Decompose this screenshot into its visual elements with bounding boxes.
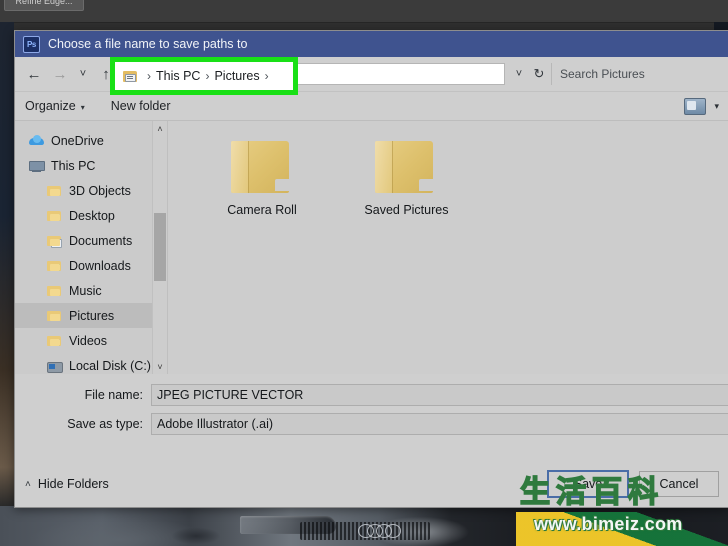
breadcrumb-separator-trailing[interactable]: ›	[265, 69, 269, 83]
car-badge-icon	[358, 524, 401, 538]
navigation-pane: OneDrive This PC 3D Objects Desktop Docu	[15, 121, 168, 374]
sidebar-item-label: OneDrive	[51, 133, 104, 148]
organize-button[interactable]: Organize ▾	[25, 99, 85, 113]
sidebar-item-pictures[interactable]: Pictures	[15, 303, 167, 328]
sidebar-item-label: Downloads	[69, 258, 131, 273]
pictures-folder-icon	[123, 70, 138, 83]
dialog-title-bar: Ps Choose a file name to save paths to	[15, 31, 728, 57]
videos-folder-icon	[47, 334, 62, 348]
sidebar-item-desktop[interactable]: Desktop	[15, 203, 167, 228]
breadcrumb-item-this-pc[interactable]: This PC	[156, 69, 200, 83]
sidebar-item-onedrive[interactable]: OneDrive	[15, 128, 167, 153]
scroll-down-arrow-icon[interactable]: ˅	[153, 359, 167, 374]
sidebar-item-3d-objects[interactable]: 3D Objects	[15, 178, 167, 203]
sidebar-item-videos[interactable]: Videos	[15, 328, 167, 353]
dialog-footer: ˄ Hide Folders Save Cancel	[15, 461, 728, 507]
sidebar-item-label: This PC	[51, 158, 96, 173]
3d-objects-folder-icon	[47, 184, 62, 198]
new-folder-button[interactable]: New folder	[111, 99, 171, 113]
breadcrumb-annotation-highlight: › This PC › Pictures ›	[110, 57, 298, 95]
file-fields: File name: JPEG PICTURE VECTOR Save as t…	[15, 374, 728, 450]
canvas-left-edge	[0, 22, 14, 506]
dialog-body: OneDrive This PC 3D Objects Desktop Docu	[15, 121, 728, 374]
desktop-folder-icon	[47, 209, 62, 223]
sidebar-item-label: 3D Objects	[69, 183, 131, 198]
sidebar-item-label: Desktop	[69, 208, 115, 223]
sidebar-item-downloads[interactable]: Downloads	[15, 253, 167, 278]
sidebar-item-local-disk-c[interactable]: Local Disk (C:)	[15, 353, 167, 374]
save-file-dialog: Ps Choose a file name to save paths to ←…	[14, 30, 728, 508]
command-toolbar: Organize ▾ New folder ▾	[15, 92, 728, 121]
photoshop-options-bar: Refine Edge...	[0, 0, 728, 23]
sidebar-item-this-pc[interactable]: This PC	[15, 153, 167, 178]
back-button[interactable]: ←	[21, 61, 47, 87]
file-list-pane[interactable]: Camera Roll Saved Pictures	[168, 121, 728, 374]
breadcrumb-separator: ›	[147, 69, 151, 83]
sidebar-item-label: Documents	[69, 233, 133, 248]
hide-folders-button[interactable]: ˄ Hide Folders	[25, 477, 109, 491]
this-pc-icon	[29, 159, 45, 173]
sidebar-scrollbar[interactable]: ˄ ˅	[152, 121, 167, 374]
pictures-folder-icon	[47, 309, 62, 323]
sidebar-item-label: Pictures	[69, 308, 115, 323]
file-item-saved-pictures[interactable]: Saved Pictures	[336, 139, 476, 217]
local-disk-icon	[47, 359, 63, 373]
file-item-camera-roll[interactable]: Camera Roll	[192, 139, 332, 217]
view-chevron-down-icon[interactable]: ▾	[714, 101, 719, 112]
file-item-label: Saved Pictures	[364, 203, 449, 217]
sidebar-item-label: Music	[69, 283, 102, 298]
breadcrumb-item-pictures[interactable]: Pictures	[214, 69, 259, 83]
dialog-title: Choose a file name to save paths to	[48, 37, 248, 51]
file-item-label: Camera Roll	[227, 203, 297, 217]
onedrive-cloud-icon	[29, 134, 44, 148]
save-as-type-label: Save as type:	[67, 416, 143, 431]
breadcrumb-separator: ›	[205, 69, 210, 83]
save-as-type-select[interactable]: Adobe Illustrator (.ai)	[151, 412, 728, 435]
file-name-row: File name: JPEG PICTURE VECTOR	[15, 383, 728, 406]
scroll-up-arrow-icon[interactable]: ˄	[153, 121, 167, 136]
file-name-input[interactable]: JPEG PICTURE VECTOR	[151, 383, 728, 406]
recent-locations-chevron-down-icon[interactable]: ˅	[73, 61, 93, 87]
hide-folders-label: Hide Folders	[37, 477, 109, 491]
view-layout-icon[interactable]	[684, 97, 707, 115]
save-button[interactable]: Save	[547, 470, 629, 498]
sidebar-item-label: Local Disk (C:)	[69, 358, 151, 373]
hide-folders-caret-icon: ˄	[25, 478, 31, 490]
sidebar-item-music[interactable]: Music	[15, 278, 167, 303]
search-input[interactable]: Search Pictures	[551, 63, 723, 85]
search-placeholder: Search Pictures	[560, 67, 645, 81]
folder-icon	[375, 139, 437, 195]
sidebar-item-label: Videos	[69, 333, 107, 348]
scrollbar-thumb[interactable]	[154, 213, 166, 281]
forward-button: →	[52, 65, 68, 83]
address-dropdown-chevron-down-icon[interactable]: ˅	[509, 61, 529, 87]
refine-edge-button[interactable]: Refine Edge...	[4, 0, 84, 11]
cancel-button[interactable]: Cancel	[639, 471, 719, 497]
folder-icon	[231, 139, 293, 195]
downloads-folder-icon	[47, 259, 62, 273]
folder-tree: OneDrive This PC 3D Objects Desktop Docu	[15, 121, 167, 374]
organize-caret-icon: ▾	[80, 103, 85, 112]
music-folder-icon	[47, 284, 62, 298]
documents-folder-icon	[47, 234, 62, 248]
organize-label: Organize	[25, 99, 76, 113]
save-as-type-row: Save as type: Adobe Illustrator (.ai)	[15, 412, 728, 435]
file-name-label: File name:	[84, 387, 143, 402]
photoshop-ps-icon: Ps	[23, 35, 40, 53]
sidebar-item-documents[interactable]: Documents	[15, 228, 167, 253]
refresh-icon[interactable]: ↻	[529, 61, 549, 87]
